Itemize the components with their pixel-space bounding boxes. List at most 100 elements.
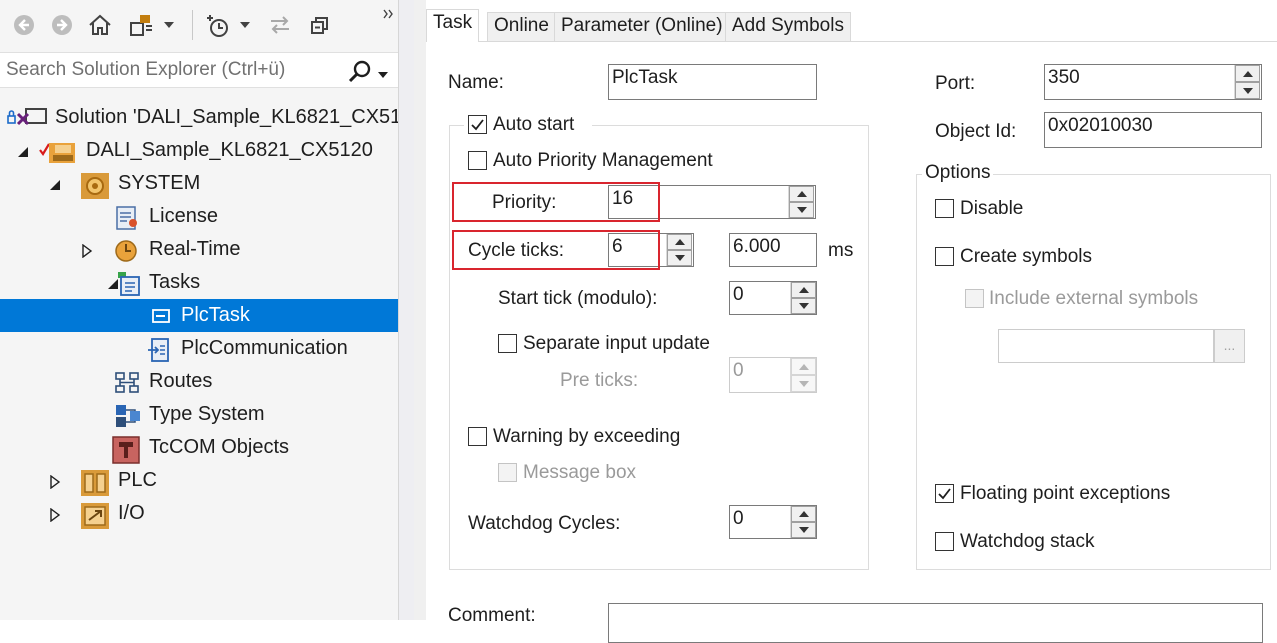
auto-priority-checkbox[interactable] <box>468 151 487 170</box>
tree-item-system[interactable]: SYSTEM <box>0 167 398 200</box>
floating-point-label: Floating point exceptions <box>960 483 1171 504</box>
watchdog-cycles-spinner[interactable] <box>790 506 816 538</box>
tree-item-label: Type System <box>149 403 265 425</box>
search-input[interactable]: Search Solution Explorer (Ctrl+ü) <box>6 59 285 81</box>
tree-item-routes[interactable]: Routes <box>0 365 398 398</box>
chevron-down-icon[interactable] <box>236 9 254 41</box>
tree-item-label: License <box>149 205 218 227</box>
collapsed-arrow-icon[interactable] <box>80 242 94 259</box>
tree-item-type-system[interactable]: Type System <box>0 398 398 431</box>
object-id-field: 0x02010030 <box>1044 112 1262 148</box>
collapsed-arrow-icon[interactable] <box>48 473 62 490</box>
tree-item-label: SYSTEM <box>118 172 201 194</box>
floating-point-checkbox[interactable] <box>935 484 954 503</box>
collapse-all-icon[interactable] <box>304 9 336 41</box>
tree-item-plctask[interactable]: PlcTask <box>0 299 398 332</box>
io-icon <box>80 502 110 529</box>
external-symbols-field <box>998 329 1214 363</box>
port-spinner[interactable] <box>1234 65 1260 99</box>
name-field[interactable]: PlcTask <box>608 64 817 100</box>
watchdog-stack-label: Watchdog stack <box>960 531 1095 552</box>
tree-item-plc[interactable]: PLC <box>0 464 398 497</box>
comment-label: Comment: <box>448 605 536 626</box>
expanded-arrow-icon[interactable] <box>16 143 30 157</box>
tab-add-symbols[interactable]: Add Symbols <box>725 12 851 42</box>
warning-checkbox[interactable] <box>468 427 487 446</box>
tab-parameter-online[interactable]: Parameter (Online) <box>554 12 730 42</box>
port-label: Port: <box>935 73 976 94</box>
start-tick-label: Start tick (modulo): <box>498 288 658 309</box>
watchdog-stack-checkbox[interactable] <box>935 532 954 551</box>
overflow-chevron-icon[interactable] <box>383 3 395 25</box>
auto-start-checkbox[interactable] <box>468 115 487 134</box>
chevron-down-icon[interactable] <box>160 9 178 41</box>
tree-item-label: PlcCommunication <box>181 337 348 359</box>
tree-item-io[interactable]: I/O <box>0 497 398 530</box>
separate-input-label: Separate input update <box>523 333 710 354</box>
pending-changes-icon[interactable] <box>202 9 234 41</box>
solution-explorer: Search Solution Explorer (Ctrl+ü) Soluti… <box>0 0 398 620</box>
tree-item-plccommunication[interactable]: PlcCommunication <box>0 332 398 365</box>
tree-item-label: Tasks <box>149 271 201 293</box>
task-icon <box>150 304 174 328</box>
browse-button: ... <box>1214 329 1245 363</box>
project-icon <box>38 139 78 163</box>
home-icon[interactable] <box>84 9 116 41</box>
options-group <box>916 174 1271 570</box>
search-icon[interactable] <box>347 59 373 91</box>
license-icon <box>114 205 140 230</box>
collapsed-arrow-icon[interactable] <box>48 506 62 523</box>
tab-task[interactable]: Task <box>426 9 480 42</box>
priority-spinner[interactable] <box>788 186 814 218</box>
highlight-cycle-ticks <box>452 230 660 270</box>
chevron-down-icon[interactable] <box>378 63 388 85</box>
switch-views-icon[interactable] <box>126 9 158 41</box>
tree-item-label: TcCOM Objects <box>149 436 290 458</box>
tree-item-label: PlcTask <box>181 304 250 326</box>
tree-item-tccom-objects[interactable]: TcCOM Objects <box>0 431 398 464</box>
tree-item-label: PLC <box>118 469 157 491</box>
cycle-ticks-spinner[interactable] <box>666 234 692 266</box>
tree-item-tasks[interactable]: Tasks <box>0 266 398 299</box>
tree-item-project[interactable]: DALI_Sample_KL6821_CX5120 <box>0 134 398 167</box>
task-comm-icon <box>146 337 174 362</box>
cycle-time-unit: ms <box>828 240 854 261</box>
port-field[interactable]: 350 <box>1044 64 1262 100</box>
realtime-icon <box>114 238 140 262</box>
comment-field[interactable] <box>608 603 1263 643</box>
plc-icon <box>80 469 110 496</box>
expanded-arrow-icon[interactable] <box>48 176 62 190</box>
include-external-checkbox <box>965 289 984 308</box>
tree-item-label: Solution 'DALI_Sample_KL6821_CX5120' (1 … <box>55 106 398 128</box>
tccom-icon <box>112 436 140 464</box>
editor-gutter <box>414 0 426 620</box>
tree-item-solution[interactable]: Solution 'DALI_Sample_KL6821_CX5120' (1 … <box>0 101 398 134</box>
solution-icon <box>6 106 47 130</box>
options-title: Options <box>922 162 994 184</box>
pane-splitter[interactable] <box>398 0 414 620</box>
disable-checkbox[interactable] <box>935 199 954 218</box>
watchdog-cycles-label: Watchdog Cycles: <box>468 513 621 534</box>
separate-input-checkbox[interactable] <box>498 334 517 353</box>
sync-icon[interactable] <box>264 9 296 41</box>
name-label: Name: <box>448 72 504 93</box>
tasks-icon <box>114 271 142 296</box>
tree-item-label: I/O <box>118 502 145 524</box>
tree-item-realtime[interactable]: Real-Time <box>0 233 398 266</box>
explorer-toolbar <box>0 0 398 50</box>
pre-ticks-spinner <box>790 358 816 392</box>
create-symbols-checkbox[interactable] <box>935 247 954 266</box>
back-icon[interactable] <box>8 9 40 41</box>
forward-icon[interactable] <box>46 9 78 41</box>
disable-label: Disable <box>960 198 1024 219</box>
auto-start-label: Auto start <box>493 114 575 135</box>
editor-tabs: Task Online Parameter (Online) Add Symbo… <box>426 9 1277 42</box>
auto-priority-label: Auto Priority Management <box>493 150 713 171</box>
tab-online[interactable]: Online <box>487 12 556 42</box>
tree-item-license[interactable]: License <box>0 200 398 233</box>
start-tick-spinner[interactable] <box>790 282 816 314</box>
pre-ticks-label: Pre ticks: <box>560 370 639 391</box>
search-box[interactable]: Search Solution Explorer (Ctrl+ü) <box>0 52 398 88</box>
message-box-label: Message box <box>523 462 637 483</box>
tree-item-label: DALI_Sample_KL6821_CX5120 <box>86 139 373 161</box>
